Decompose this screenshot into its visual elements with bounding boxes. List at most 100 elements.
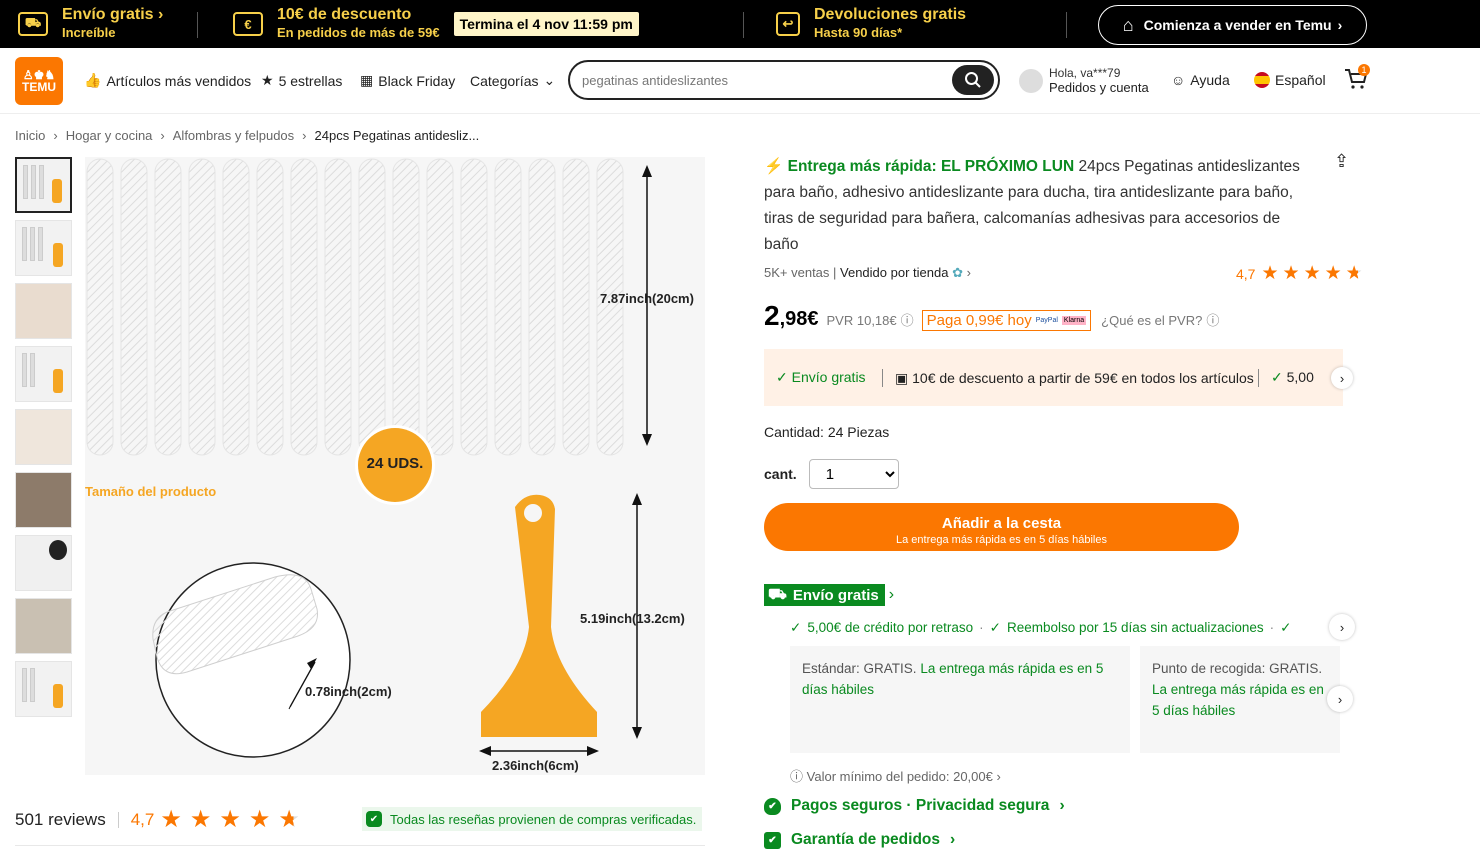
divider bbox=[15, 845, 705, 846]
cart-button[interactable]: 1 bbox=[1344, 64, 1370, 90]
reviews-summary: 501 reviews 4,7 ★ ★ ★ ★ ★ bbox=[15, 808, 300, 832]
shipping-option-standard[interactable]: Estándar: GRATIS. La entrega más rápida … bbox=[790, 646, 1130, 753]
add-to-cart-button[interactable]: Añadir a la cesta La entrega más rápida … bbox=[764, 503, 1239, 551]
info-icon[interactable]: ⓘ bbox=[1206, 310, 1219, 329]
sales-count: 5K+ ventas bbox=[764, 265, 830, 280]
what-is-pvr-link[interactable]: ¿Qué es el PVR? bbox=[1101, 313, 1202, 328]
store-icon: ⌂ bbox=[1122, 14, 1134, 35]
free-shipping-banner[interactable]: ⛟ Envío gratis › Increíble bbox=[18, 0, 163, 48]
thumbnail[interactable] bbox=[15, 283, 72, 339]
half-star-icon: ★ bbox=[1345, 263, 1363, 284]
breadcrumb-home-kitchen[interactable]: Hogar y cocina bbox=[66, 128, 153, 143]
promo-free-shipping: ✓ Envío gratis bbox=[776, 369, 866, 385]
product-main-image[interactable]: 7.87inch(20cm) 5.19inch(13.2cm) 2.36inch… bbox=[85, 157, 705, 775]
thumbnail[interactable] bbox=[15, 598, 72, 654]
search-bar bbox=[568, 60, 1000, 100]
add-to-cart-sub: La entrega más rápida es en 5 días hábil… bbox=[896, 533, 1107, 546]
info-icon[interactable]: ⓘ bbox=[901, 310, 914, 329]
thumbnail[interactable] bbox=[15, 535, 72, 591]
share-icon[interactable]: ⇪ bbox=[1334, 151, 1349, 172]
dim-handle-label: 5.19inch(13.2cm) bbox=[580, 611, 685, 626]
coupon-icon: ▣ bbox=[895, 369, 909, 386]
nav-black-friday[interactable]: ▦ Black Friday bbox=[360, 72, 455, 89]
price-decimal: ,98€ bbox=[779, 308, 819, 330]
chevron-right-icon: › bbox=[302, 128, 307, 143]
quantity-select[interactable]: 1 bbox=[808, 459, 899, 489]
sales-info: 5K+ ventas | Vendido por tienda ✿ › bbox=[764, 265, 971, 280]
free-shipping-section[interactable]: ⛟ Envío gratis › bbox=[764, 584, 894, 606]
shipping-next-button[interactable]: › bbox=[1327, 686, 1353, 712]
breadcrumb: Inicio › Hogar y cocina › Alfombras y felp… bbox=[15, 128, 479, 143]
thumbnail[interactable] bbox=[15, 157, 72, 213]
chevron-right-icon: › bbox=[996, 769, 1001, 784]
temu-logo[interactable]: ♙♚♞ TEMU bbox=[15, 57, 63, 105]
rating-value: 4,7 bbox=[1236, 265, 1256, 282]
min-order[interactable]: ⓘ Valor mínimo del pedido: 20,00€ › bbox=[790, 766, 1001, 785]
help-link[interactable]: ☺ Ayuda bbox=[1171, 72, 1230, 88]
check-icon: ✓ bbox=[790, 620, 802, 635]
nav-five-stars[interactable]: ★ 5 estrellas bbox=[261, 72, 342, 89]
star-icon: ★ bbox=[248, 806, 271, 833]
sold-by[interactable]: Vendido por tienda bbox=[840, 265, 948, 280]
count-badge: 24 UDS. bbox=[366, 455, 424, 472]
pay-later-badge[interactable]: Paga 0,99€ hoy PayPal Klarna bbox=[921, 310, 1092, 331]
size-label: Tamaño del producto bbox=[85, 484, 217, 499]
half-star-icon: ★ bbox=[278, 806, 300, 833]
lightning-icon: ⚡ bbox=[764, 158, 784, 175]
nav-best-sellers[interactable]: 👍 Artículos más vendidos bbox=[84, 72, 251, 89]
divider bbox=[1066, 12, 1067, 38]
search-input[interactable] bbox=[582, 70, 942, 90]
promo-next-button[interactable]: › bbox=[1331, 367, 1353, 389]
pay-today-label: Paga 0,99€ hoy bbox=[926, 312, 1032, 329]
paypal-logo: PayPal bbox=[1035, 317, 1058, 324]
star-icon: ★ bbox=[1324, 263, 1342, 284]
search-icon bbox=[965, 72, 981, 88]
search-button[interactable] bbox=[952, 65, 994, 95]
pvr-price: PVR 10,18€ bbox=[826, 313, 897, 328]
min-order-label: Valor mínimo del pedido: 20,00€ bbox=[806, 769, 993, 784]
nav-categories[interactable]: Categorías ⌄ bbox=[470, 72, 555, 89]
price-integer: 2 bbox=[764, 300, 780, 331]
nav-link-label: Artículos más vendidos bbox=[106, 72, 252, 89]
dim-circle-label: 0.78inch(2cm) bbox=[305, 684, 392, 699]
guarantee-credit: 5,00€ de crédito por retraso bbox=[807, 620, 974, 635]
coupon-icon: € bbox=[233, 12, 263, 36]
star-icon: ★ bbox=[1303, 263, 1321, 284]
product-rating[interactable]: 4,7 ★ ★ ★ ★ ★ bbox=[1236, 264, 1363, 283]
breadcrumb-home[interactable]: Inicio bbox=[15, 128, 45, 143]
thumbnail[interactable] bbox=[15, 346, 72, 402]
truck-icon: ⛟ bbox=[18, 12, 48, 36]
promo-discount-label: 10€ de descuento a partir de 59€ en todo… bbox=[912, 369, 1254, 386]
avatar bbox=[1019, 68, 1043, 93]
shipping-option-pickup[interactable]: Punto de recogida: GRATIS. La entrega má… bbox=[1140, 646, 1340, 753]
thumbnail-gallery bbox=[15, 157, 72, 724]
thumbnail[interactable] bbox=[15, 220, 72, 276]
returns-banner[interactable]: ↩ Devoluciones gratis Hasta 90 días* bbox=[776, 0, 966, 48]
breadcrumb-rugs[interactable]: Alfombras y felpudos bbox=[173, 128, 294, 143]
start-selling-button[interactable]: ⌂ Comienza a vender en Temu › bbox=[1098, 5, 1367, 45]
chevron-right-icon: › bbox=[1059, 797, 1065, 814]
star-badge-icon: ★ bbox=[261, 72, 274, 88]
thumbnail[interactable] bbox=[15, 409, 72, 465]
chevron-right-icon[interactable]: › bbox=[967, 265, 971, 280]
info-icon: ⓘ bbox=[790, 769, 804, 784]
guarantees-next-button[interactable]: › bbox=[1329, 614, 1355, 640]
account-menu[interactable]: Hola, va***79 Pedidos y cuenta bbox=[1019, 66, 1149, 95]
delivery-guarantees: ✓ 5,00€ de crédito por retraso · ✓ Reemb… bbox=[790, 620, 1324, 636]
secure-payments-link[interactable]: ✔ Pagos seguros · Privacidad segura › bbox=[764, 797, 1065, 815]
ship-pickup-eta: La entrega más rápida es en 5 días hábil… bbox=[1152, 682, 1324, 718]
discount-banner[interactable]: € 10€ de descuento En pedidos de más de … bbox=[233, 0, 639, 48]
language-selector[interactable]: Español bbox=[1254, 72, 1326, 88]
language-label: Español bbox=[1275, 72, 1326, 88]
star-icon: ★ bbox=[1282, 263, 1300, 284]
thumbnail[interactable] bbox=[15, 661, 72, 717]
promo-credit: ✓ 5,00 bbox=[1271, 369, 1314, 385]
logo-text: TEMU bbox=[22, 80, 56, 94]
order-guarantee-link[interactable]: ✔ Garantía de pedidos › bbox=[764, 831, 955, 849]
discount-sub: En pedidos de más de 59€ bbox=[277, 25, 440, 40]
countdown-timer: Termina el 4 nov 11:59 pm bbox=[453, 12, 639, 36]
free-shipping-title: Envío gratis bbox=[62, 6, 154, 23]
thumbnail[interactable] bbox=[15, 472, 72, 528]
review-count[interactable]: 501 reviews bbox=[15, 810, 106, 830]
ship-pickup-label: Punto de recogida: GRATIS. bbox=[1152, 661, 1323, 676]
